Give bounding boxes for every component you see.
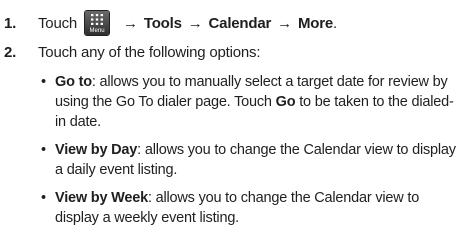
option-title: View by Week xyxy=(55,190,148,206)
bullet-icon: • xyxy=(41,142,46,158)
step-number: 1. xyxy=(4,14,17,32)
step-number: 2. xyxy=(4,43,17,61)
step-2: 2. Touch any of the following options: xyxy=(4,42,261,62)
manual-page: 1. Touch Menu → Tools → Calendar → More.… xyxy=(0,0,474,246)
step-1: 1. Touch Menu → Tools → Calendar → More. xyxy=(4,10,337,36)
option-view-by-day: • View by Day: allows you to change the … xyxy=(38,140,464,180)
menu-grid-icon xyxy=(91,14,104,25)
menu-key-icon: Menu xyxy=(85,11,110,35)
option-title: View by Day xyxy=(55,142,138,158)
bullet-icon: • xyxy=(41,190,46,206)
path-more: More xyxy=(297,14,333,32)
step-1-prefix: Touch xyxy=(38,14,78,32)
go-label: Go xyxy=(275,94,296,110)
arrow-icon: → xyxy=(277,14,292,32)
path-calendar: Calendar xyxy=(208,14,272,32)
path-tools: Tools xyxy=(143,14,182,32)
option-go-to: • Go to: allows you to manually select a… xyxy=(38,72,464,132)
option-title: Go to xyxy=(55,74,92,90)
option-list: • Go to: allows you to manually select a… xyxy=(38,72,464,236)
step-1-end: . xyxy=(333,14,337,32)
step-2-text: Touch any of the following options: xyxy=(38,43,261,61)
arrow-icon: → xyxy=(187,14,203,32)
bullet-icon: • xyxy=(41,74,46,90)
menu-key-label: Menu xyxy=(89,28,105,34)
option-view-by-week: • View by Week: allows you to change the… xyxy=(38,188,464,228)
arrow-icon: → xyxy=(123,14,138,32)
